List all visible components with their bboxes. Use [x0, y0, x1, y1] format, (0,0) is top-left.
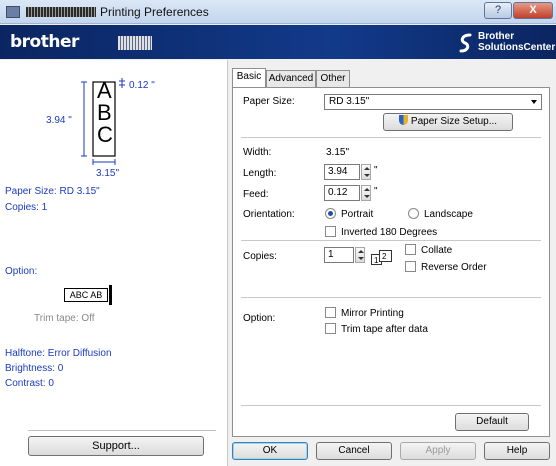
brother-logo: brother [10, 32, 79, 52]
copies-input[interactable]: 1 [324, 247, 354, 263]
brand-header: brother Brother SolutionsCenter [0, 25, 556, 59]
collate-checkbox[interactable] [405, 244, 416, 255]
tab-basic[interactable]: Basic [232, 68, 266, 87]
landscape-radio[interactable] [408, 208, 419, 219]
paper-size-select[interactable]: RD 3.15" [324, 94, 542, 110]
width-label: Width: [243, 147, 272, 158]
option-label: Option: [243, 313, 276, 324]
mirror-printing-checkbox[interactable] [325, 307, 336, 318]
length-input[interactable]: 3.94 [324, 164, 360, 180]
summary-halftone: Halftone: Error Diffusion [5, 348, 112, 359]
spin-down-icon [358, 257, 364, 260]
reverse-order-checkbox[interactable] [405, 261, 416, 272]
shield-icon [398, 115, 408, 125]
feed-unit: " [374, 186, 378, 197]
orientation-label: Orientation: [243, 209, 295, 220]
paper-size-setup-label: Paper Size Setup... [410, 116, 498, 127]
preview-letter-b: B [97, 100, 112, 125]
svg-text:2: 2 [382, 252, 387, 261]
length-label: Length: [243, 168, 277, 179]
feed-label: Feed: [243, 189, 269, 200]
window-title: Printing Preferences [100, 5, 209, 19]
separator-1 [241, 137, 541, 138]
paper-size-label: Paper Size: [243, 96, 295, 107]
preview-width-label: 3.15" [96, 168, 120, 179]
left-separator [28, 430, 216, 431]
landscape-label[interactable]: Landscape [424, 209, 473, 220]
help-button[interactable]: Help [484, 442, 550, 460]
separator-3 [241, 297, 541, 298]
spin-up-icon [364, 167, 370, 170]
solutions-center-icon[interactable] [456, 32, 476, 54]
inverted-checkbox[interactable] [325, 226, 336, 237]
cancel-button[interactable]: Cancel [316, 442, 392, 460]
paper-size-setup-button[interactable]: Paper Size Setup... [383, 113, 513, 131]
feed-input[interactable]: 0.12 [324, 185, 360, 201]
spin-up-icon [358, 250, 364, 253]
feed-spinner[interactable] [361, 185, 371, 201]
copies-label: Copies: [243, 251, 277, 262]
spin-down-icon [364, 195, 370, 198]
tape-sample: ABC AB [64, 288, 108, 302]
svg-text:1: 1 [374, 256, 379, 265]
redacted-model-name [118, 36, 152, 50]
summary-brightness: Brightness: 0 [5, 363, 64, 374]
paper-size-value: RD 3.15" [329, 96, 370, 107]
preview-letter-a: A [97, 78, 112, 103]
summary-paper-size: Paper Size: RD 3.15" [5, 186, 100, 197]
separator-4 [241, 405, 541, 406]
collate-label[interactable]: Collate [421, 245, 452, 256]
length-spinner[interactable] [361, 164, 371, 180]
reverse-order-label[interactable]: Reverse Order [421, 262, 487, 273]
apply-button[interactable]: Apply [400, 442, 476, 460]
redacted-printer-name [26, 7, 96, 17]
summary-copies: Copies: 1 [5, 202, 48, 213]
preview-height-label: 3.94 " [46, 115, 72, 126]
portrait-label[interactable]: Portrait [341, 209, 373, 220]
solutions-center-link[interactable]: Brother SolutionsCenter [478, 31, 555, 53]
tab-other[interactable]: Other [316, 70, 350, 87]
summary-trim-tape: Trim tape: Off [34, 313, 95, 324]
summary-option-title: Option: [5, 266, 38, 277]
close-icon[interactable]: X [513, 2, 553, 19]
ok-button[interactable]: OK [232, 442, 308, 460]
separator-2 [241, 240, 541, 241]
mirror-printing-label[interactable]: Mirror Printing [341, 308, 404, 319]
summary-contrast: Contrast: 0 [5, 378, 54, 389]
printer-icon [6, 6, 20, 18]
copies-spinner[interactable] [355, 247, 365, 263]
title-bar: Printing Preferences ? X [0, 0, 556, 24]
preview-margin-label: 0.12 " [129, 80, 155, 91]
chevron-down-icon [531, 100, 537, 104]
spin-up-icon [364, 188, 370, 191]
portrait-radio[interactable] [325, 208, 336, 219]
tape-end-marker [109, 285, 112, 305]
collate-pages-icon: 1 2 [371, 250, 392, 265]
tab-advanced[interactable]: Advanced [266, 70, 316, 87]
spin-down-icon [364, 174, 370, 177]
default-button[interactable]: Default [455, 413, 529, 431]
preview-letter-c: C [97, 122, 113, 147]
length-unit: " [374, 165, 378, 176]
inverted-label[interactable]: Inverted 180 Degrees [341, 227, 437, 238]
trim-tape-label[interactable]: Trim tape after data [341, 324, 428, 335]
width-value: 3.15" [326, 147, 350, 158]
trim-tape-checkbox[interactable] [325, 323, 336, 334]
support-button[interactable]: Support... [28, 436, 204, 456]
help-icon[interactable]: ? [484, 2, 512, 19]
